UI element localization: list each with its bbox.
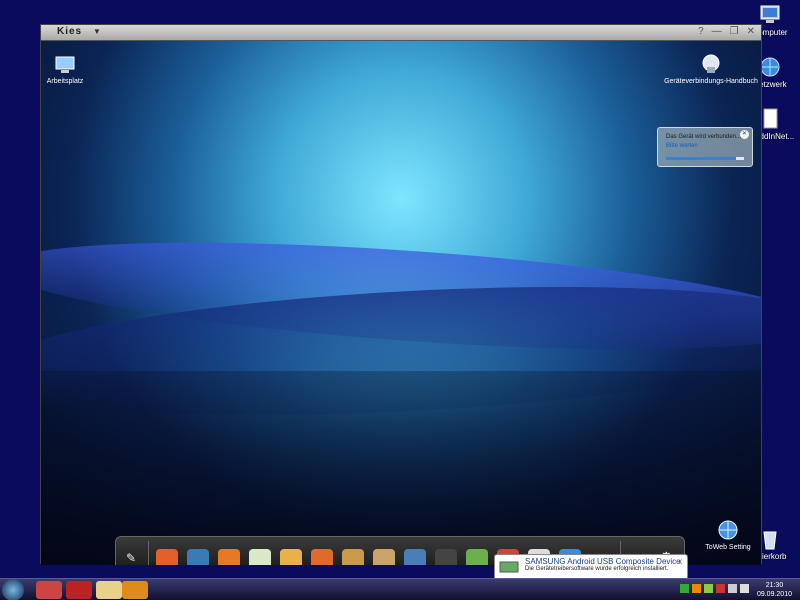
taskbar-explorer[interactable] xyxy=(96,581,122,599)
memo-icon[interactable] xyxy=(311,549,333,565)
manual-icon xyxy=(702,54,720,73)
gallery-icon[interactable] xyxy=(342,549,364,565)
tray-app-icon[interactable] xyxy=(704,584,713,593)
start-button[interactable] xyxy=(2,579,24,600)
connection-notification: Das Gerät wird verbunden... Bitte warten… xyxy=(657,127,753,167)
connection-status-text: Das Gerät wird verbunden... xyxy=(666,134,742,140)
usb-device-icon xyxy=(499,561,519,573)
minimize-button[interactable]: — xyxy=(712,26,722,37)
kies-window: Kies ▼ ? — ❐ ✕ Arbeitsplatz Geräteverbin… xyxy=(40,24,762,565)
kies-icon-label: Geräteverbindungs-Handbuch xyxy=(664,78,758,85)
kies-icon-label: ToWeb Setting xyxy=(705,544,751,551)
photo-icon[interactable] xyxy=(373,549,395,565)
contacts-icon[interactable] xyxy=(156,549,178,565)
tray-usb-icon[interactable] xyxy=(680,584,689,593)
taskbar-kies[interactable] xyxy=(122,581,148,599)
tray-kies-icon[interactable] xyxy=(692,584,701,593)
taskbar-opera[interactable] xyxy=(66,581,92,599)
tray-flag-icon[interactable] xyxy=(716,584,725,593)
map-icon[interactable] xyxy=(187,549,209,565)
connection-progress-bar xyxy=(666,157,744,160)
computer-icon xyxy=(55,56,75,73)
clock-date: 09.09.2010 xyxy=(756,591,792,598)
globe-gear-icon xyxy=(718,520,738,540)
calendar-icon[interactable] xyxy=(249,549,271,565)
dock-divider xyxy=(148,541,149,565)
kies-icon-toweb[interactable]: ToWeb Setting xyxy=(701,519,755,551)
computer-icon xyxy=(760,5,780,23)
kies-app-title: Kies xyxy=(57,26,83,37)
windows-taskbar: 21:30 09.09.2010 xyxy=(0,578,800,600)
music-icon[interactable] xyxy=(404,549,426,565)
clock[interactable]: 21:30 09.09.2010 xyxy=(757,581,792,599)
kies-icon-arbeitsplatz[interactable]: Arbeitsplatz xyxy=(45,55,85,85)
tray-network-icon[interactable] xyxy=(728,584,737,593)
taskbar-app-pinned[interactable] xyxy=(36,581,62,599)
phone-icon[interactable] xyxy=(218,549,240,565)
system-tray xyxy=(680,584,750,596)
email-icon[interactable] xyxy=(280,549,302,565)
kies-icon-label: Arbeitsplatz xyxy=(46,78,84,85)
help-button[interactable]: ? xyxy=(698,26,704,37)
kies-icon-handbuch[interactable]: Geräteverbindungs-Handbuch xyxy=(663,53,759,85)
connection-progress-fill xyxy=(666,157,737,160)
game-icon[interactable] xyxy=(466,549,488,565)
close-icon[interactable]: ✕ xyxy=(740,130,749,139)
close-icon[interactable]: x xyxy=(678,557,682,566)
video-icon[interactable] xyxy=(435,549,457,565)
maximize-button[interactable]: ❐ xyxy=(730,26,739,37)
connection-wait-link[interactable]: Bitte warten xyxy=(666,143,746,149)
chevron-down-icon[interactable]: ▼ xyxy=(93,27,101,36)
kies-wallpaper: Arbeitsplatz Geräteverbindungs-Handbuch … xyxy=(41,41,761,565)
driver-installed-balloon[interactable]: SAMSUNG Android USB Composite Device Die… xyxy=(494,554,688,580)
balloon-title: SAMSUNG Android USB Composite Device xyxy=(525,557,681,566)
balloon-message: Die Gerätetreibersoftware wurde erfolgre… xyxy=(525,566,669,572)
kies-title-bar[interactable]: Kies ▼ ? — ❐ ✕ xyxy=(41,25,761,41)
edit-icon[interactable]: ✎ xyxy=(126,551,136,565)
close-button[interactable]: ✕ xyxy=(747,26,755,37)
tray-volume-icon[interactable] xyxy=(740,584,749,593)
clock-time: 21:30 xyxy=(765,582,784,589)
